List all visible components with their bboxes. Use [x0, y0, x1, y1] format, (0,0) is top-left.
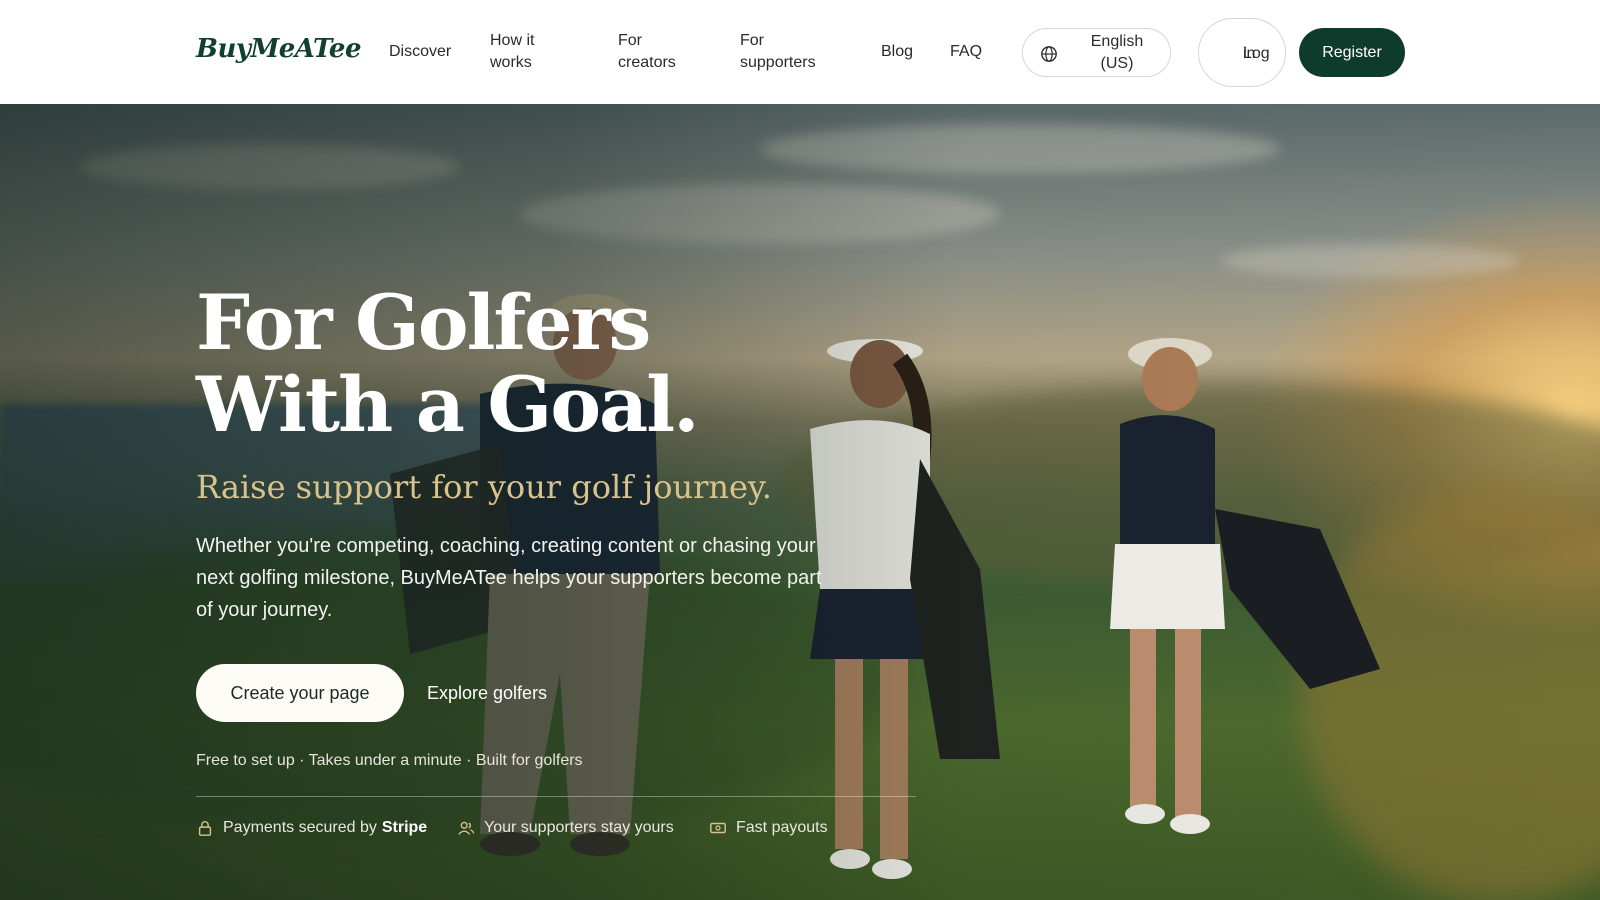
trust-payments-text: Payments secured by	[223, 819, 377, 836]
nav-faq[interactable]: FAQ	[950, 41, 982, 63]
login-label: Log in	[1221, 31, 1270, 62]
nav-for-creators-line2: creators	[618, 54, 676, 71]
create-page-button[interactable]: Create your page	[196, 664, 404, 722]
nav-blog-label: Blog	[881, 43, 914, 60]
trust-payments-brand: Stripe	[381, 819, 428, 836]
lock-icon	[198, 821, 212, 836]
nav-how-it-works-line1: How it	[490, 32, 535, 49]
globe-icon	[1041, 46, 1057, 62]
nav-for-supporters-line2: supporters	[740, 54, 816, 71]
trust-supporters: Your supporters stay yours	[457, 817, 674, 839]
login-button[interactable]: Log in	[1198, 18, 1286, 87]
register-button[interactable]: Register	[1299, 28, 1405, 77]
hero-title-line2: With a Goal.	[196, 360, 700, 449]
hero-subtitle: Raise support for your golf journey.	[196, 468, 772, 506]
trust-payments: Payments secured by Stripe	[196, 817, 427, 839]
hero-title-line1: For Golfers	[196, 278, 651, 367]
trust-payouts: Fast payouts	[709, 817, 828, 839]
nav-discover-label: Discover	[389, 43, 452, 60]
site-header: BuyMeATee Discover How it works For crea…	[0, 0, 1600, 104]
users-icon	[458, 821, 475, 835]
hero-title: For Golfers With a Goal.	[196, 282, 896, 446]
language-line2: (US)	[1100, 54, 1134, 72]
hero-section: For Golfers With a Goal. Raise support f…	[0, 104, 1600, 900]
nav-for-supporters[interactable]: For supporters	[740, 30, 840, 74]
nav-how-it-works-line2: works	[490, 54, 532, 71]
nav-how-it-works[interactable]: How it works	[490, 30, 570, 74]
login-line2: in	[1243, 45, 1256, 62]
brand-logo[interactable]: BuyMeATee	[196, 34, 362, 64]
nav-discover[interactable]: Discover	[389, 41, 451, 63]
nav-for-supporters-line1: For	[740, 32, 764, 49]
explore-golfers-link[interactable]: Explore golfers	[427, 680, 547, 706]
hero-description: Whether you're competing, coaching, crea…	[196, 535, 822, 621]
hero-divider	[196, 796, 916, 797]
nav-faq-label: FAQ	[950, 43, 983, 60]
nav-for-creators-line1: For	[618, 32, 642, 49]
nav-for-creators[interactable]: For creators	[618, 30, 708, 74]
cash-icon	[710, 822, 726, 834]
language-selector[interactable]: English (US)	[1022, 28, 1171, 77]
language-label: English (US)	[1071, 31, 1163, 75]
trust-supporters-text: Your supporters stay yours	[484, 819, 674, 836]
trust-payouts-text: Fast payouts	[736, 819, 828, 836]
nav-blog[interactable]: Blog	[881, 41, 913, 63]
hero-note: Free to set up · Takes under a minute · …	[196, 752, 583, 769]
language-line1: English	[1090, 32, 1144, 50]
